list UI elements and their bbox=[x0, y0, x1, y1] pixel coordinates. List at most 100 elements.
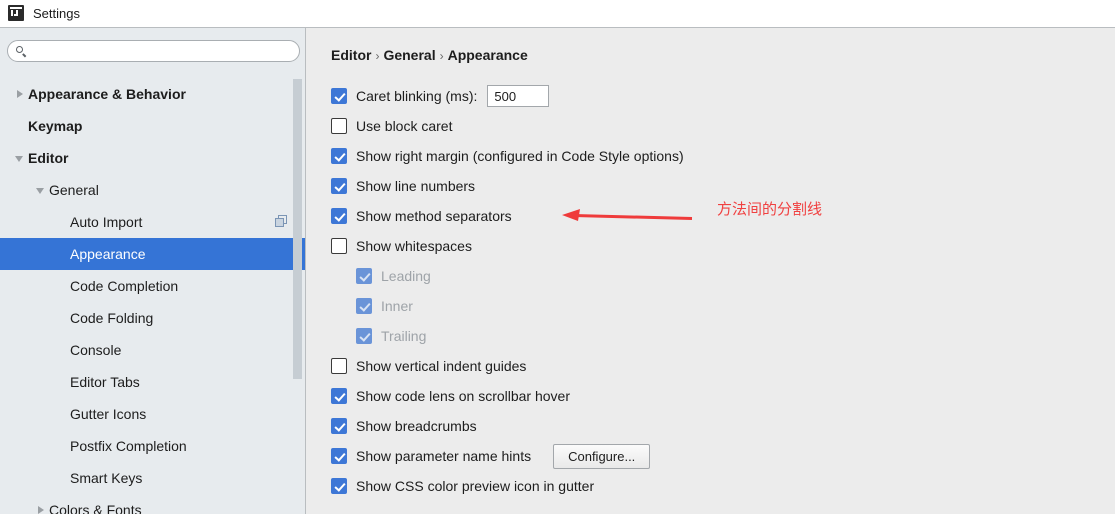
option-label: Show CSS color preview icon in gutter bbox=[356, 478, 595, 494]
window-titlebar: Settings bbox=[0, 0, 1115, 26]
breadcrumb-item[interactable]: General bbox=[383, 47, 435, 63]
intellij-idea-icon bbox=[8, 5, 24, 21]
option-row-show-breadcrumbs[interactable]: Show breadcrumbs bbox=[331, 411, 1111, 441]
search-icon bbox=[15, 45, 28, 58]
option-row-show-code-lens-on-scrollbar-hover[interactable]: Show code lens on scrollbar hover bbox=[331, 381, 1111, 411]
checkbox-show-css-color-preview-icon-in-gutter[interactable] bbox=[331, 478, 347, 494]
sidebar-item-general[interactable]: General bbox=[0, 174, 306, 206]
checkbox-caret-blinking-ms[interactable] bbox=[331, 88, 347, 104]
sidebar-item-auto-import[interactable]: Auto Import bbox=[0, 206, 306, 238]
option-label: Caret blinking (ms): bbox=[356, 88, 478, 104]
sidebar-item-label: Postfix Completion bbox=[70, 438, 187, 454]
checkbox-show-line-numbers[interactable] bbox=[331, 178, 347, 194]
sidebar-item-appearance-behavior[interactable]: Appearance & Behavior bbox=[0, 78, 306, 110]
sidebar-item-label: Smart Keys bbox=[70, 470, 143, 486]
option-row-show-line-numbers[interactable]: Show line numbers bbox=[331, 171, 1111, 201]
sidebar-item-label: Auto Import bbox=[70, 214, 143, 230]
sidebar-item-editor-tabs[interactable]: Editor Tabs bbox=[0, 366, 306, 398]
annotation-text: 方法间的分割线 bbox=[717, 201, 823, 218]
option-row-trailing[interactable]: Trailing bbox=[331, 321, 1111, 351]
sidebar-item-label: Appearance & Behavior bbox=[28, 86, 186, 102]
sidebar-item-label: Gutter Icons bbox=[70, 406, 147, 422]
checkbox-show-vertical-indent-guides[interactable] bbox=[331, 358, 347, 374]
sidebar-item-label: General bbox=[49, 182, 99, 198]
sidebar-item-gutter-icons[interactable]: Gutter Icons bbox=[0, 398, 306, 430]
settings-main-panel: Editor › General › Appearance Caret blinking… bbox=[306, 27, 1115, 514]
sidebar-item-label: Colors & Fonts bbox=[49, 502, 142, 514]
option-row-use-block-caret[interactable]: Use block caret bbox=[331, 111, 1111, 141]
checkbox-show-breadcrumbs[interactable] bbox=[331, 418, 347, 434]
sidebar-item-label: Keymap bbox=[28, 118, 83, 134]
search-box[interactable] bbox=[7, 40, 300, 62]
option-row-inner[interactable]: Inner bbox=[331, 291, 1111, 321]
sidebar-item-appearance[interactable]: Appearance bbox=[0, 238, 306, 270]
settings-tree[interactable]: Appearance & Behavior Keymap Editor General… bbox=[0, 78, 306, 514]
checkbox-show-method-separators[interactable] bbox=[331, 208, 347, 224]
sidebar-item-label: Editor bbox=[28, 150, 69, 166]
sidebar-item-label: Code Completion bbox=[70, 278, 179, 294]
options-list[interactable]: Caret blinking (ms): Use block caret Show … bbox=[331, 81, 1111, 501]
sidebar-item-code-completion[interactable]: Code Completion bbox=[0, 270, 306, 302]
breadcrumb-item[interactable]: Editor bbox=[331, 47, 371, 63]
sidebar-item-smart-keys[interactable]: Smart Keys bbox=[0, 462, 306, 494]
checkbox-inner bbox=[356, 298, 372, 314]
option-row-show-vertical-indent-guides[interactable]: Show vertical indent guides bbox=[331, 351, 1111, 381]
option-label: Show parameter name hints bbox=[356, 448, 532, 464]
sidebar-item-editor[interactable]: Editor bbox=[0, 142, 306, 174]
checkbox-show-right-margin-configured-in-code-style-options[interactable] bbox=[331, 148, 347, 164]
chevron-expanded-icon[interactable] bbox=[33, 182, 49, 198]
configure-button[interactable]: Configure... bbox=[553, 443, 651, 469]
option-row-leading[interactable]: Leading bbox=[331, 261, 1111, 291]
breadcrumb-item[interactable]: Appearance bbox=[448, 47, 528, 63]
checkbox-leading bbox=[356, 268, 372, 284]
chevron-expanded-icon[interactable] bbox=[12, 150, 28, 166]
option-label: Show vertical indent guides bbox=[356, 358, 527, 374]
option-label: Show whitespaces bbox=[356, 238, 472, 254]
sidebar-item-label: Console bbox=[70, 342, 122, 358]
option-row-show-right-margin-configured-in-code-style-options[interactable]: Show right margin (configured in Code St… bbox=[331, 141, 1111, 171]
window-title: Settings bbox=[33, 5, 80, 21]
sidebar-scrollbar-thumb[interactable] bbox=[293, 79, 302, 379]
sidebar-item-colors-fonts[interactable]: Colors & Fonts bbox=[0, 494, 306, 514]
option-label: Show code lens on scrollbar hover bbox=[356, 388, 571, 404]
chevron-collapsed-icon[interactable] bbox=[33, 502, 49, 514]
breadcrumb-separator: › bbox=[439, 49, 444, 63]
option-row-show-whitespaces[interactable]: Show whitespaces bbox=[331, 231, 1111, 261]
sidebar-item-label: Code Folding bbox=[70, 310, 154, 326]
settings-sidebar: Appearance & Behavior Keymap Editor General… bbox=[0, 27, 306, 514]
search-input[interactable] bbox=[28, 42, 299, 60]
option-label: Show method separators bbox=[356, 208, 512, 224]
caret-blinking-input[interactable] bbox=[487, 85, 550, 107]
checkbox-show-whitespaces[interactable] bbox=[331, 238, 347, 254]
option-row-show-parameter-name-hints[interactable]: Show parameter name hints Configure... bbox=[331, 441, 1111, 471]
breadcrumb: Editor › General › Appearance bbox=[331, 47, 528, 63]
checkbox-trailing bbox=[356, 328, 372, 344]
sidebar-item-label: Appearance bbox=[70, 246, 146, 262]
chevron-collapsed-icon[interactable] bbox=[12, 86, 28, 102]
sidebar-item-code-folding[interactable]: Code Folding bbox=[0, 302, 306, 334]
copy-icon[interactable] bbox=[275, 215, 288, 228]
option-label: Inner bbox=[381, 298, 413, 314]
sidebar-item-label: Editor Tabs bbox=[70, 374, 140, 390]
checkbox-use-block-caret[interactable] bbox=[331, 118, 347, 134]
sidebar-item-keymap[interactable]: Keymap bbox=[0, 110, 306, 142]
option-label: Show right margin (configured in Code St… bbox=[356, 148, 684, 164]
option-row-show-css-color-preview-icon-in-gutter[interactable]: Show CSS color preview icon in gutter bbox=[331, 471, 1111, 501]
option-label: Trailing bbox=[381, 328, 427, 344]
search-field-wrapper[interactable] bbox=[7, 40, 300, 62]
sidebar-item-console[interactable]: Console bbox=[0, 334, 306, 366]
option-label: Show breadcrumbs bbox=[356, 418, 477, 434]
checkbox-show-parameter-name-hints[interactable] bbox=[331, 448, 347, 464]
checkbox-show-code-lens-on-scrollbar-hover[interactable] bbox=[331, 388, 347, 404]
option-row-caret-blinking-ms[interactable]: Caret blinking (ms): bbox=[331, 81, 1111, 111]
sidebar-item-postfix-completion[interactable]: Postfix Completion bbox=[0, 430, 306, 462]
option-label: Use block caret bbox=[356, 118, 453, 134]
